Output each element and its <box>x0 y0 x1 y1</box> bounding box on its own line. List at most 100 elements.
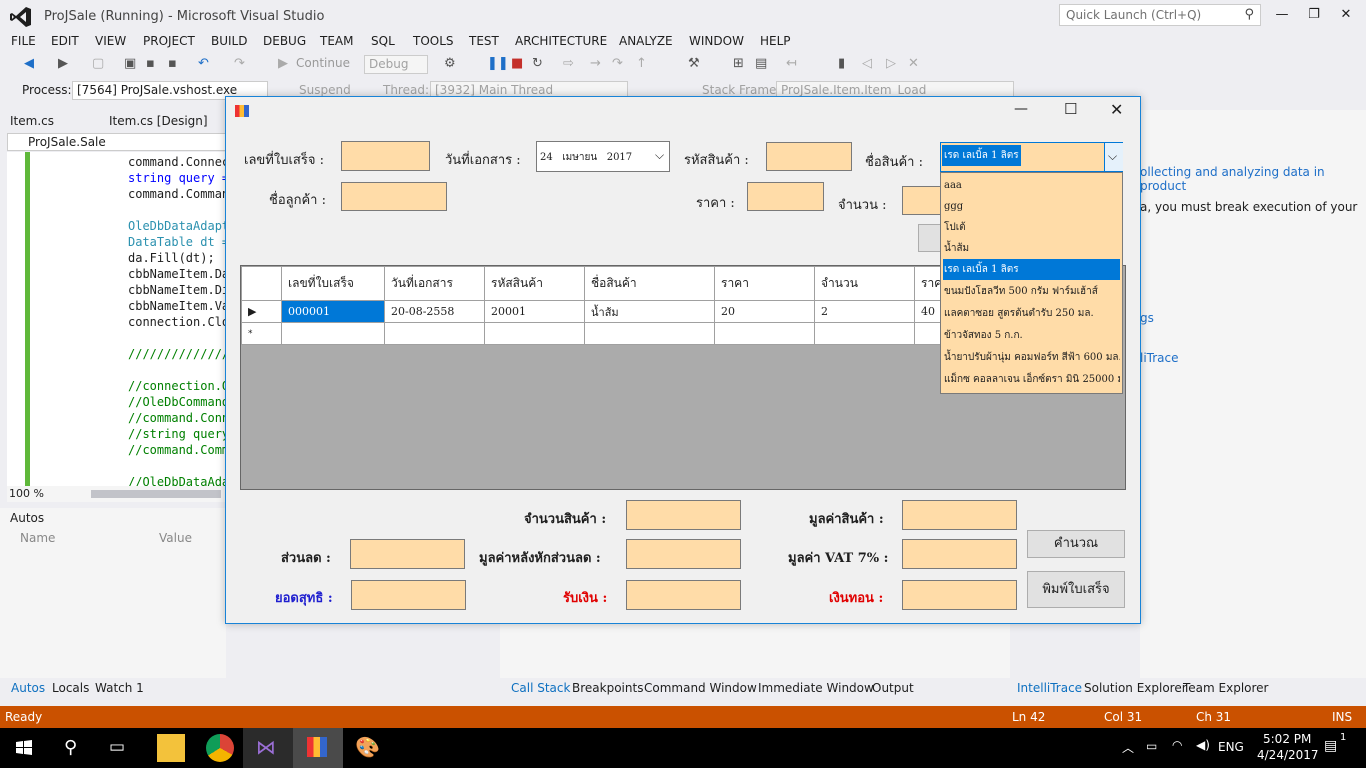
grid-cell[interactable]: 20-08-2558 <box>384 300 485 323</box>
save-icon[interactable]: ▪ <box>146 56 155 71</box>
open-file-icon[interactable]: ▣ <box>124 56 136 71</box>
grid-cell[interactable] <box>814 322 915 345</box>
menu-project[interactable]: PROJECT <box>143 34 195 48</box>
back-icon[interactable]: ◀ <box>24 56 34 71</box>
form-close-button[interactable]: ✕ <box>1110 100 1123 119</box>
clock-time[interactable]: 5:02 PM <box>1263 732 1311 746</box>
show-next-statement-icon[interactable]: ⇨ <box>563 56 574 71</box>
receipt-no-input[interactable] <box>341 141 430 171</box>
grid-cell[interactable]: 000001 <box>281 300 385 323</box>
restore-button[interactable]: ❐ <box>1299 4 1329 26</box>
quick-launch-input[interactable]: Quick Launch (Ctrl+Q) ⚲ <box>1059 4 1261 26</box>
tab-locals[interactable]: Locals <box>52 681 89 695</box>
grid-cell[interactable] <box>714 322 815 345</box>
grid-cell[interactable] <box>484 322 585 345</box>
tab-intellitrace[interactable]: IntelliTrace <box>1017 681 1082 695</box>
file-explorer-icon[interactable] <box>157 734 185 762</box>
table-row[interactable]: ▶ 000001 20-08-2558 20001 น้ำส้ม 20 2 40 <box>241 300 1015 323</box>
intellitrace-link-settings[interactable]: gs <box>1140 311 1154 325</box>
next-bookmark-icon[interactable]: ▷ <box>886 56 896 71</box>
price-input[interactable] <box>747 182 824 211</box>
menu-edit[interactable]: EDIT <box>51 34 79 48</box>
column-header[interactable]: รหัสสินค้า <box>484 266 585 301</box>
visual-studio-taskbar-button[interactable]: ⋈ <box>243 728 293 768</box>
row-header-corner[interactable] <box>241 266 282 301</box>
doc-date-picker[interactable]: 24 เมษายน 2017 ⌵ <box>536 141 670 172</box>
zoom-dropdown[interactable]: 100 % <box>9 487 44 500</box>
redo-icon[interactable]: ↷ <box>234 56 245 71</box>
menu-view[interactable]: VIEW <box>95 34 126 48</box>
net-total-input[interactable] <box>351 580 466 610</box>
minimize-button[interactable]: — <box>1267 4 1297 26</box>
menu-tools[interactable]: TOOLS <box>413 34 454 48</box>
tab-command-window[interactable]: Command Window <box>644 681 757 695</box>
grid-cell[interactable] <box>384 322 485 345</box>
grid-cell[interactable] <box>281 322 385 345</box>
show-hidden-icons-icon[interactable]: ︿ <box>1122 739 1134 756</box>
column-header[interactable]: วันที่เอกสาร <box>384 266 485 301</box>
suspend-button[interactable]: Suspend <box>299 83 351 97</box>
product-name-combobox[interactable]: เรด เลเบิ้ล 1 ลิตร ⌵ <box>940 142 1123 172</box>
column-header[interactable]: จำนวน <box>814 266 915 301</box>
dropdown-option-selected[interactable]: เรด เลเบิ้ล 1 ลิตร <box>943 259 1120 280</box>
clock-date[interactable]: 4/24/2017 <box>1257 748 1319 762</box>
new-project-icon[interactable]: ▢ <box>92 56 104 71</box>
tab-autos[interactable]: Autos <box>11 681 45 695</box>
form-minimize-button[interactable]: — <box>1014 101 1028 117</box>
wifi-icon[interactable]: ◠ <box>1172 738 1182 752</box>
task-view-icon[interactable]: ▭ <box>109 737 125 757</box>
step-into-icon[interactable]: → <box>590 56 601 71</box>
new-row[interactable]: * <box>241 322 1015 345</box>
change-input[interactable] <box>902 580 1017 610</box>
uncomment-icon[interactable]: ↤ <box>786 56 797 71</box>
continue-button[interactable]: Continue <box>296 56 350 70</box>
column-header[interactable]: เลขที่ใบเสร็จ <box>281 266 385 301</box>
column-header[interactable]: ชื่อสินค้า <box>584 266 715 301</box>
menu-debug[interactable]: DEBUG <box>263 34 306 48</box>
autos-value-header[interactable]: Value <box>159 531 192 545</box>
grid-cell[interactable]: 20001 <box>484 300 585 323</box>
combobox-dropdown-button[interactable]: ⌵ <box>1104 143 1123 171</box>
tab-breakpoints[interactable]: Breakpoints <box>572 681 643 695</box>
pause-icon[interactable]: ❚❚ <box>487 56 509 71</box>
dropdown-option[interactable]: น้ำยาปรับผ้านุ่ม คอมฟอร์ท สีฟ้า 600 มล. <box>943 347 1120 368</box>
add-item-button[interactable] <box>918 224 942 252</box>
bookmark-icon[interactable]: ▮ <box>838 56 845 71</box>
configuration-dropdown[interactable]: Debug <box>364 55 428 74</box>
menu-test[interactable]: TEST <box>469 34 499 48</box>
grid-cell[interactable] <box>584 322 715 345</box>
horizontal-scrollbar[interactable] <box>91 490 221 498</box>
discount-input[interactable] <box>350 539 465 569</box>
dropdown-option[interactable]: ข้าวจัสทอง 5 ก.ก. <box>943 325 1120 346</box>
prev-bookmark-icon[interactable]: ◁ <box>862 56 872 71</box>
forward-icon[interactable]: ▶ <box>58 56 68 71</box>
comment-icon[interactable]: ▤ <box>755 56 767 71</box>
form-maximize-button[interactable]: ☐ <box>1064 100 1077 118</box>
tab-team-explorer[interactable]: Team Explorer <box>1183 681 1269 695</box>
hex-display-icon[interactable]: ⚒ <box>688 56 700 71</box>
battery-icon[interactable]: ▭ <box>1146 739 1157 753</box>
current-row-indicator-icon[interactable]: ▶ <box>241 300 282 323</box>
menu-file[interactable]: FILE <box>11 34 36 48</box>
dropdown-option[interactable]: โปเต้ <box>943 217 1120 238</box>
step-out-icon[interactable]: ↑ <box>636 56 647 71</box>
close-button[interactable]: ✕ <box>1331 4 1361 26</box>
menu-sql[interactable]: SQL <box>371 34 395 48</box>
input-language[interactable]: ENG <box>1218 740 1244 754</box>
calculate-button[interactable]: คำนวณ <box>1027 530 1125 558</box>
menu-help[interactable]: HELP <box>760 34 791 48</box>
search-icon[interactable]: ⚲ <box>64 737 77 758</box>
menu-analyze[interactable]: ANALYZE <box>619 34 673 48</box>
quantity-input[interactable] <box>902 186 942 215</box>
dropdown-option[interactable]: ggg <box>943 196 1120 217</box>
menu-architecture[interactable]: ARCHITECTURE <box>515 34 607 48</box>
continue-icon[interactable]: ▶ <box>278 56 288 71</box>
windows-start-icon[interactable] <box>10 734 38 762</box>
menu-window[interactable]: WINDOW <box>689 34 744 48</box>
column-header[interactable]: ราคา <box>714 266 815 301</box>
product-name-dropdown-list[interactable]: aaa ggg โปเต้ น้ำส้ม เรด เลเบิ้ล 1 ลิตร … <box>940 172 1123 394</box>
menu-team[interactable]: TEAM <box>320 34 353 48</box>
grid-cell[interactable]: 20 <box>714 300 815 323</box>
dropdown-option[interactable]: น้ำส้ม <box>943 238 1120 259</box>
dropdown-option[interactable]: ขนมปังโฮลวีท 500 กรัม ฟาร์มเฮ้าส์ <box>943 281 1120 302</box>
